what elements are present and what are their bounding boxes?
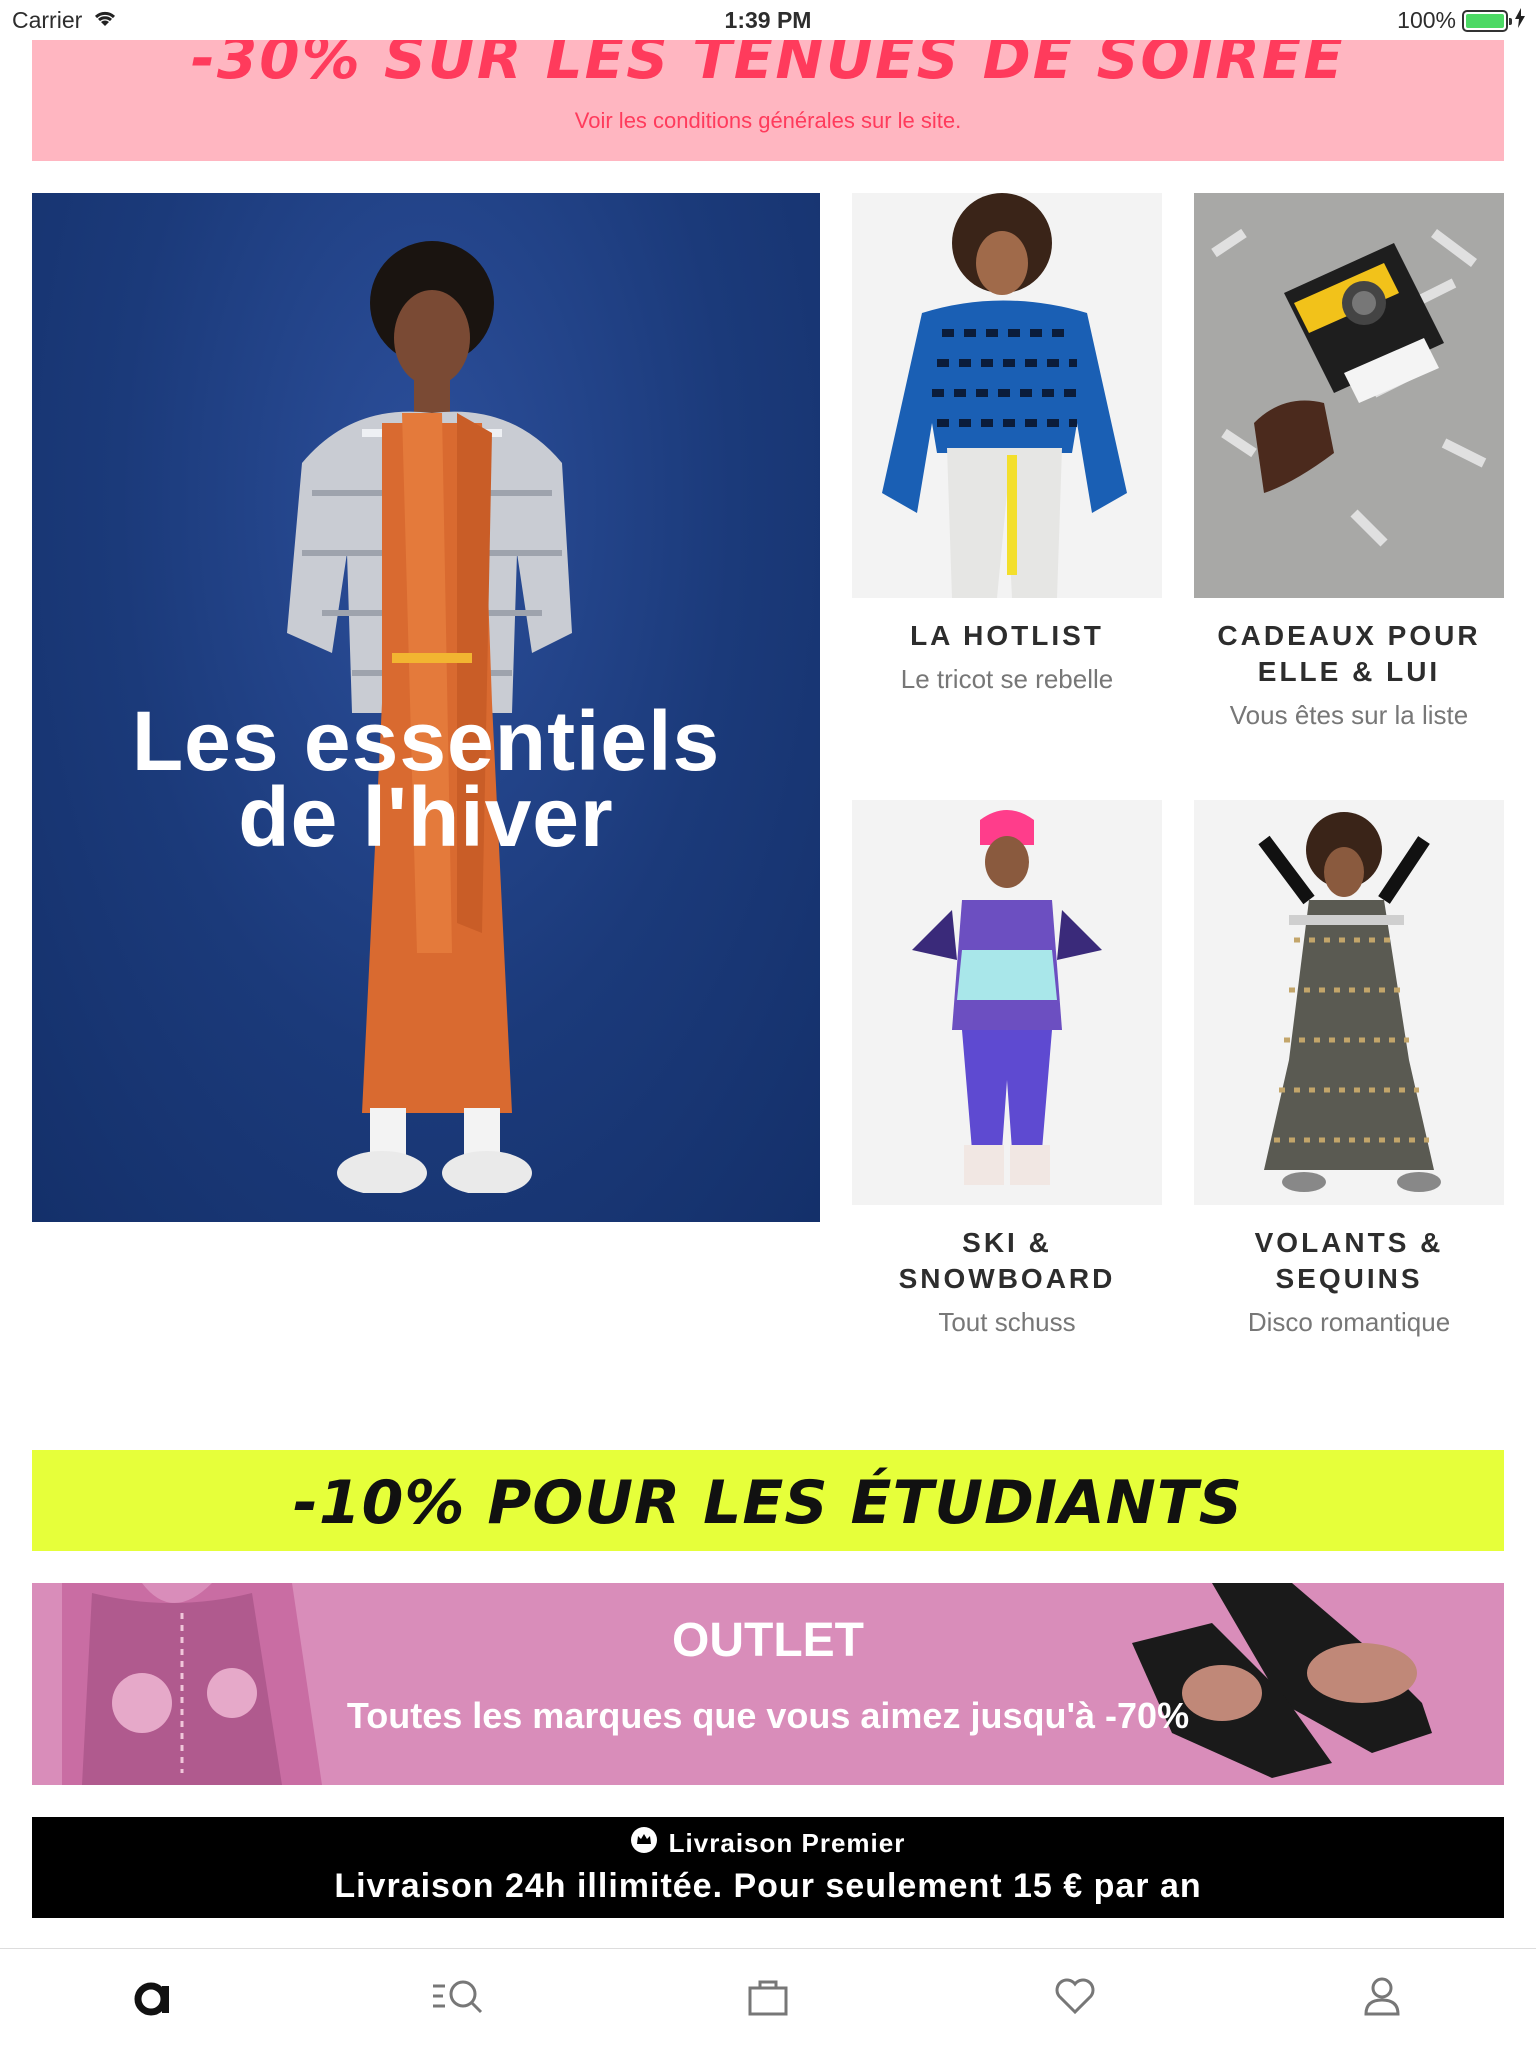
crown-icon	[630, 1827, 657, 1860]
status-right: 100%	[1397, 7, 1526, 34]
outlet-subtitle: Toutes les marques que vous aimez jusqu'…	[346, 1695, 1190, 1736]
tile-title: SKI & SNOWBOARD	[898, 1227, 1116, 1294]
evening-wear-promo-banner[interactable]: -30% SUR LES TENUES DE SOIRÉE Voir les c…	[32, 30, 1504, 161]
ski-image	[852, 800, 1162, 1205]
student-discount-banner[interactable]: -10% POUR LES ÉTUDIANTS	[32, 1450, 1504, 1551]
hero-winter-essentials-tile[interactable]: Les essentiels de l'hiver	[32, 193, 820, 1222]
tile-title: CADEAUX POUR ELLE & LUI	[1217, 620, 1481, 687]
tile-hotlist[interactable]: LA HOTLIST Le tricot se rebelle	[852, 193, 1162, 695]
gifts-image	[1194, 193, 1504, 598]
promo-conditions-text: Voir les conditions générales sur le sit…	[574, 108, 962, 133]
tab-bag[interactable]	[614, 1949, 921, 2048]
premier-label-row: Livraison Premier	[32, 1827, 1504, 1860]
bottom-tab-bar	[0, 1948, 1536, 2048]
charging-icon	[1514, 7, 1526, 34]
tile-title: LA HOTLIST	[910, 620, 1104, 651]
heart-icon	[1053, 1974, 1097, 2023]
premier-text: Livraison 24h illimitée. Pour seulement …	[334, 1867, 1202, 1905]
hotlist-image	[852, 193, 1162, 598]
tile-title: VOLANTS & SEQUINS	[1254, 1227, 1444, 1294]
home-logo-icon	[132, 1974, 176, 2023]
hero-title-line1: Les essentiels	[131, 694, 721, 788]
tile-ski-snowboard[interactable]: SKI & SNOWBOARD Tout schuss	[852, 800, 1162, 1338]
status-time: 1:39 PM	[724, 7, 812, 33]
tab-search[interactable]	[307, 1949, 614, 2048]
premier-delivery-banner[interactable]: Livraison Premier Livraison 24h illimité…	[32, 1817, 1504, 1918]
status-bar: Carrier 1:39 PM 100%	[0, 0, 1536, 40]
tile-subtitle: Vous êtes sur la liste	[1229, 700, 1469, 730]
student-discount-text: -10% POUR LES ÉTUDIANTS	[292, 1468, 1244, 1538]
hero-title: Les essentiels de l'hiver	[32, 694, 820, 864]
search-icon	[429, 1974, 493, 2023]
outlet-banner[interactable]: OUTLET Toutes les marques que vous aimez…	[32, 1583, 1504, 1785]
battery-icon	[1462, 9, 1512, 32]
sequins-image	[1194, 800, 1504, 1205]
tab-account[interactable]	[1229, 1949, 1536, 2048]
battery-percent: 100%	[1397, 7, 1456, 33]
hero-title-line2: de l'hiver	[238, 770, 614, 864]
account-icon	[1360, 1974, 1404, 2023]
tab-home[interactable]	[0, 1949, 307, 2048]
tab-saved[interactable]	[922, 1949, 1229, 2048]
premier-label: Livraison Premier	[668, 1828, 906, 1858]
tile-ruffles-sequins[interactable]: VOLANTS & SEQUINS Disco romantique	[1194, 800, 1504, 1338]
tile-subtitle: Disco romantique	[1247, 1307, 1451, 1337]
bag-icon	[746, 1974, 790, 2023]
tile-subtitle: Tout schuss	[938, 1307, 1076, 1337]
tile-gifts[interactable]: CADEAUX POUR ELLE & LUI Vous êtes sur la…	[1194, 193, 1504, 731]
outlet-title: OUTLET	[672, 1614, 864, 1667]
tile-subtitle: Le tricot se rebelle	[900, 664, 1114, 694]
